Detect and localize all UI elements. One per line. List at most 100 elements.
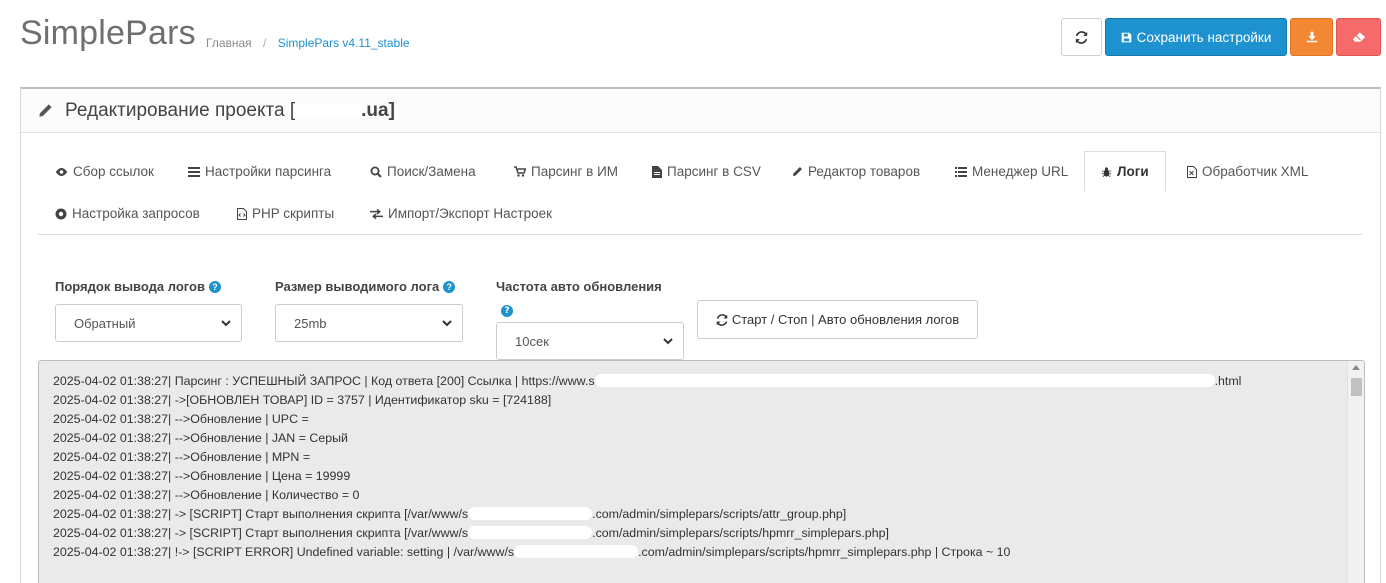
- tab-label: Парсинг в CSV: [667, 164, 761, 179]
- scroll-thumb[interactable]: [1351, 378, 1362, 396]
- auto-refresh-toggle-button[interactable]: Старт / Стоп | Авто обновления логов: [697, 300, 978, 339]
- tab-label: Сбор ссылок: [73, 164, 154, 179]
- tab-logs[interactable]: Логи: [1084, 151, 1166, 192]
- log-text: 2025-04-02 01:38:27| !-> [SCRIPT ERROR] …: [53, 545, 515, 559]
- xml-file-icon: [1187, 165, 1197, 178]
- auto-refresh-label: Старт / Стоп | Авто обновления логов: [731, 312, 960, 327]
- file-icon: [652, 165, 662, 178]
- help-icon[interactable]: ?: [501, 305, 513, 317]
- tab-label: Парсинг в ИМ: [531, 164, 619, 179]
- panel-title-prefix: Редактирование проекта [: [65, 99, 296, 121]
- tab-bar: Сбор ссылок Настройки парсинга Поиск/Зам…: [38, 151, 1362, 235]
- tab-php-scripts[interactable]: PHP скрипты: [237, 193, 334, 234]
- redacted-mask: [594, 374, 1215, 387]
- log-line: 2025-04-02 01:38:27| -->Обновление | Кол…: [53, 486, 1241, 505]
- breadcrumb-home[interactable]: Главная: [206, 36, 252, 50]
- tab-link-collection[interactable]: Сбор ссылок: [55, 151, 154, 192]
- log-order-label: Порядок вывода логов?: [55, 279, 221, 294]
- scroll-up-arrow-icon[interactable]: [1352, 365, 1360, 370]
- log-line: 2025-04-02 01:38:27| -->Обновление | JAN…: [53, 429, 1241, 448]
- log-text: 2025-04-02 01:38:27| -> [SCRIPT] Старт в…: [53, 526, 469, 540]
- eye-icon: [55, 167, 68, 176]
- log-lines: 2025-04-02 01:38:27| Парсинг : УСПЕШНЫЙ …: [53, 372, 1241, 562]
- log-text: 2025-04-02 01:38:27| -->Обновление | UPC…: [53, 412, 309, 426]
- clear-button[interactable]: [1336, 18, 1381, 56]
- chevron-down-icon: [221, 320, 231, 327]
- list-icon: [955, 166, 967, 177]
- tab-label: Настройка запросов: [72, 206, 200, 221]
- redacted-mask: [468, 526, 593, 539]
- tab-label: Обработчик XML: [1202, 164, 1309, 179]
- page-header: SimplePars Главная / SimplePars v4.11_st…: [0, 0, 1386, 88]
- log-line: 2025-04-02 01:38:27| ->[ОБНОВЛЕН ТОВАР] …: [53, 391, 1241, 410]
- tab-parsing-csv[interactable]: Парсинг в CSV: [652, 151, 761, 192]
- log-size-label: Размер выводимого лога?: [275, 279, 456, 294]
- log-order-value: Обратный: [74, 315, 136, 331]
- chevron-down-icon: [663, 338, 673, 345]
- panel-title-suffix: .ua]: [361, 99, 395, 121]
- log-line: 2025-04-02 01:38:27| -> [SCRIPT] Старт в…: [53, 505, 1241, 524]
- log-text: 2025-04-02 01:38:27| -->Обновление | MPN…: [53, 450, 311, 464]
- eraser-icon: [1352, 32, 1365, 42]
- refresh-icon: [716, 313, 728, 326]
- redacted-mask: [468, 507, 593, 520]
- log-text: 2025-04-02 01:38:27| -->Обновление | Кол…: [53, 488, 360, 502]
- log-line: 2025-04-02 01:38:27| -> [SCRIPT] Старт в…: [53, 524, 1241, 543]
- tab-import-export[interactable]: Импорт/Экспорт Настроек: [370, 193, 552, 234]
- log-line: 2025-04-02 01:38:27| -->Обновление | MPN…: [53, 448, 1241, 467]
- tab-label: PHP скрипты: [252, 206, 335, 221]
- bug-icon: [1101, 166, 1112, 177]
- tab-url-manager[interactable]: Менеджер URL: [955, 151, 1068, 192]
- redacted-mask: [514, 545, 639, 558]
- refresh-button[interactable]: [1061, 18, 1102, 56]
- log-size-select[interactable]: 25mb: [275, 304, 463, 342]
- help-icon[interactable]: ?: [208, 281, 221, 293]
- tab-xml-handler[interactable]: Обработчик XML: [1187, 151, 1308, 192]
- log-line: 2025-04-02 01:38:27| !-> [SCRIPT ERROR] …: [53, 543, 1241, 562]
- tab-label: Импорт/Экспорт Настроек: [388, 206, 553, 221]
- save-settings-button[interactable]: Сохранить настройки: [1105, 18, 1287, 56]
- code-file-icon: [237, 207, 247, 220]
- log-scrollbar[interactable]: [1347, 361, 1364, 583]
- pencil-icon: [39, 104, 52, 117]
- tab-label: Менеджер URL: [972, 164, 1069, 179]
- tab-parsing-shop[interactable]: Парсинг в ИМ: [514, 151, 618, 192]
- tab-label: Настройки парсинга: [205, 164, 332, 179]
- log-text: .com/admin/simplepars/scripts/attr_group…: [592, 507, 847, 521]
- refresh-frequency-value: 10сек: [515, 333, 549, 349]
- tab-label: Логи: [1117, 164, 1149, 179]
- pencil-icon: [793, 167, 802, 176]
- log-text: 2025-04-02 01:38:27| -->Обновление | Цен…: [53, 469, 351, 483]
- log-output[interactable]: 2025-04-02 01:38:27| Парсинг : УСПЕШНЫЙ …: [38, 360, 1365, 583]
- refresh-frequency-select[interactable]: 10сек: [496, 322, 684, 360]
- tab-label: Поиск/Замена: [387, 164, 476, 179]
- log-order-select[interactable]: Обратный: [55, 304, 242, 342]
- log-text: 2025-04-02 01:38:27| -> [SCRIPT] Старт в…: [53, 507, 469, 521]
- log-text: 2025-04-02 01:38:27| Парсинг : УСПЕШНЫЙ …: [53, 374, 595, 388]
- log-size-value: 25mb: [294, 315, 327, 331]
- tab-parsing-settings[interactable]: Настройки парсинга: [188, 151, 331, 192]
- log-line: 2025-04-02 01:38:27| -->Обновление | Цен…: [53, 467, 1241, 486]
- cart-icon: [514, 166, 526, 177]
- save-settings-label: Сохранить настройки: [1136, 29, 1272, 45]
- log-text: 2025-04-02 01:38:27| ->[ОБНОВЛЕН ТОВАР] …: [53, 393, 552, 407]
- download-icon: [1306, 31, 1317, 43]
- breadcrumb: Главная / SimplePars v4.11_stable: [206, 36, 410, 50]
- app-title: SimplePars: [20, 14, 196, 52]
- tab-search-replace[interactable]: Поиск/Замена: [370, 151, 476, 192]
- help-icon[interactable]: ?: [443, 281, 456, 293]
- log-order-label-text: Порядок вывода логов: [55, 279, 205, 294]
- tab-request-settings[interactable]: Настройка запросов: [55, 193, 200, 234]
- refresh-frequency-label-text: Частота авто обновления: [496, 279, 662, 294]
- log-line: 2025-04-02 01:38:27| -->Обновление | UPC…: [53, 410, 1241, 429]
- log-text: .com/admin/simplepars/scripts/hpmrr_simp…: [638, 545, 1011, 559]
- exchange-icon: [370, 208, 383, 219]
- panel-title: Редактирование проекта [ .ua]: [65, 100, 395, 122]
- tab-product-editor[interactable]: Редактор товаров: [792, 151, 920, 192]
- tab-label: Редактор товаров: [808, 164, 921, 179]
- breadcrumb-current[interactable]: SimplePars v4.11_stable: [278, 36, 410, 50]
- log-text: .html: [1214, 374, 1242, 388]
- chrome-icon: [55, 208, 67, 219]
- panel-heading: Редактирование проекта [ .ua]: [21, 89, 1380, 133]
- download-button[interactable]: [1290, 18, 1333, 56]
